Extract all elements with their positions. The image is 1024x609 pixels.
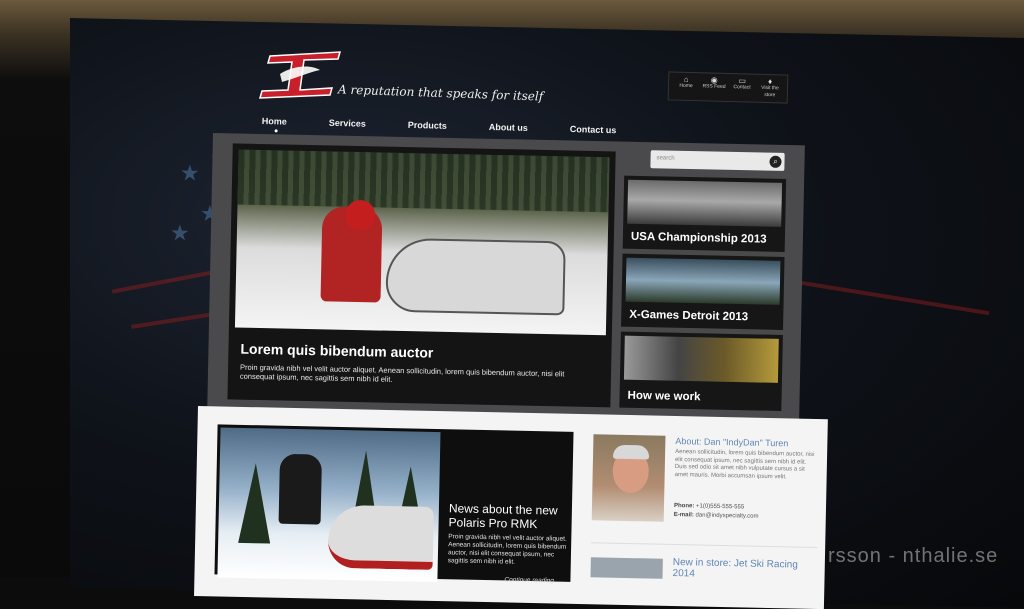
tile-caption: USA Championship 2013 xyxy=(630,230,767,246)
about-title[interactable]: About: Dan "IndyDan" Turen xyxy=(675,436,788,448)
utility-label: Contact xyxy=(733,84,751,91)
about-text: Aenean sollicitudin, lorem quis bibendum… xyxy=(674,449,815,480)
utility-rss[interactable]: ◉ RSS Feed xyxy=(701,76,728,98)
tree-line xyxy=(237,149,610,213)
tile-how-we-work[interactable]: How we work xyxy=(619,331,783,411)
snowmobile-figure xyxy=(327,504,434,570)
phone-value: +1(0)555-555-555 xyxy=(695,503,745,511)
utility-store[interactable]: ♦ Visit the store xyxy=(757,77,784,100)
nav-item-home[interactable]: Home xyxy=(262,116,287,127)
hair-figure xyxy=(612,444,650,460)
utility-label: Visit the store xyxy=(761,84,779,99)
news-text: Proin gravida nibh vel velit auctor aliq… xyxy=(447,533,567,566)
nav-item-services[interactable]: Services xyxy=(329,118,366,129)
tile-image xyxy=(627,179,783,227)
hero-text: Proin gravida nibh vel velit auctor aliq… xyxy=(239,362,565,384)
star-icon: ★ xyxy=(170,220,190,246)
about-contact: Phone: +1(0)555-555-555 E-mail: dan@indy… xyxy=(674,502,759,522)
nav-item-about-us[interactable]: About us xyxy=(489,122,528,133)
news-card[interactable]: News about the new Polaris Pro RMK Proin… xyxy=(214,424,574,585)
tile-caption: How we work xyxy=(627,389,701,404)
site-logo[interactable] xyxy=(252,50,347,100)
tile-x-games[interactable]: X-Games Detroit 2013 xyxy=(621,253,785,330)
continue-reading-link[interactable]: Continue reading... xyxy=(504,576,559,584)
nav-item-contact-us[interactable]: Contact us xyxy=(570,124,617,135)
hero-image xyxy=(234,149,610,336)
email-label: E-mail: xyxy=(673,511,694,519)
search-input[interactable]: search xyxy=(657,155,675,161)
utility-label: Home xyxy=(679,82,693,90)
utility-label: RSS Feed xyxy=(702,83,726,90)
author-photo xyxy=(591,434,666,522)
featured-panel: Lorem quis bibendum auctor Proin gravida… xyxy=(207,133,805,428)
rider-figure xyxy=(278,453,323,525)
utility-home[interactable]: ⌂ Home xyxy=(673,75,700,98)
utility-nav: ⌂ Home ◉ RSS Feed ▭ Contact ♦ Visit the stor… xyxy=(667,71,789,104)
flag-stripe xyxy=(790,279,990,316)
in-store-title: New in store: Jet Ski Racing 2014 xyxy=(672,556,798,580)
nav-item-products[interactable]: Products xyxy=(408,120,447,131)
news-title: News about the new Polaris Pro RMK xyxy=(448,501,558,532)
utility-contact[interactable]: ▭ Contact xyxy=(729,76,756,99)
hero-slider[interactable]: Lorem quis bibendum auctor Proin gravida… xyxy=(227,143,616,408)
in-store-item[interactable]: New in store: Jet Ski Racing 2014 xyxy=(590,542,818,588)
search-icon[interactable]: ⌕ xyxy=(769,155,782,168)
hero-title: Lorem quis bibendum auctor xyxy=(240,340,434,361)
about-card: About: Dan "IndyDan" Turen Aenean sollic… xyxy=(591,432,819,547)
content-area: News about the new Polaris Pro RMK Proin… xyxy=(194,406,828,609)
email-link[interactable]: dan@indyspecialty.com xyxy=(695,512,758,519)
snowmobile-figure xyxy=(385,237,566,316)
search-box[interactable]: search ⌕ xyxy=(650,150,785,171)
tile-caption: X-Games Detroit 2013 xyxy=(629,308,749,324)
news-image xyxy=(217,427,441,583)
in-store-thumbnail xyxy=(590,557,663,579)
tree-figure xyxy=(238,462,272,544)
tile-image xyxy=(625,257,781,305)
phone-label: Phone: xyxy=(673,502,695,510)
tile-image xyxy=(623,335,779,383)
watermark: rsson - nthalie.se xyxy=(828,545,999,567)
star-icon: ★ xyxy=(180,160,200,186)
tile-usa-championship[interactable]: USA Championship 2013 xyxy=(622,175,787,252)
